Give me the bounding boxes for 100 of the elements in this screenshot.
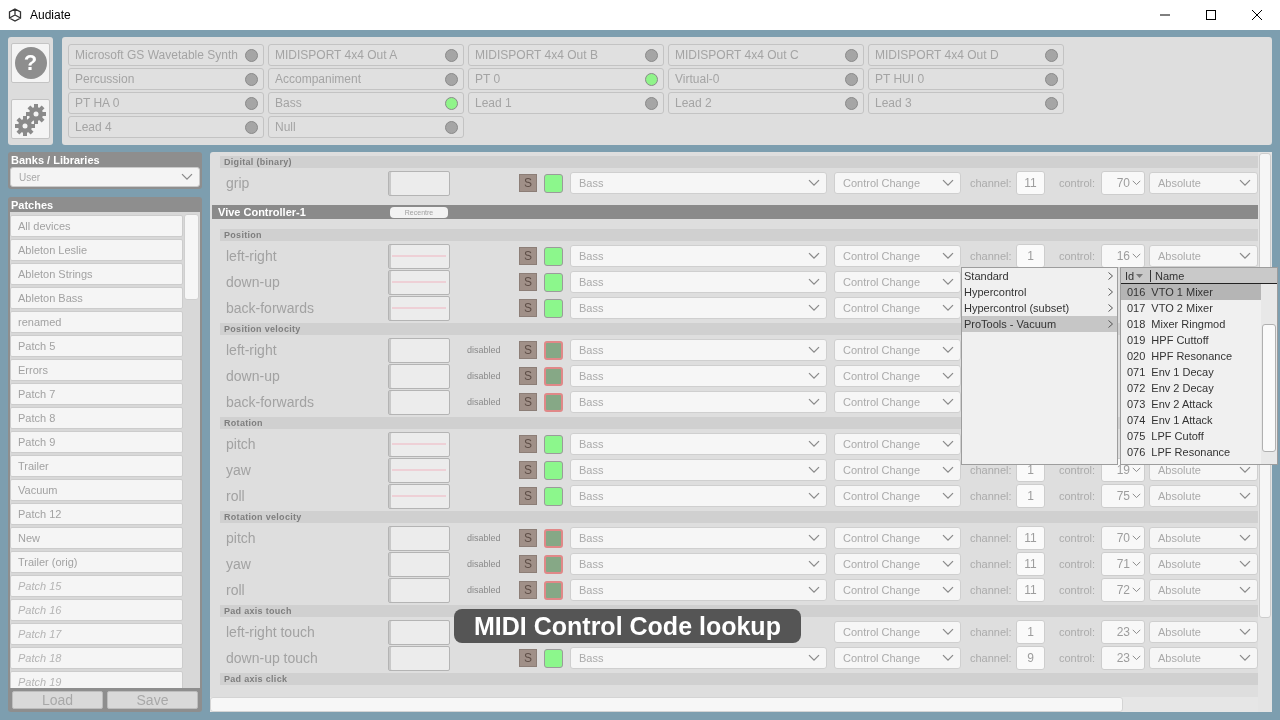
mode-dropdown[interactable]: Absolute bbox=[1149, 485, 1258, 507]
message-dropdown[interactable]: Control Change bbox=[834, 579, 961, 601]
patch-item[interactable]: Patch 16 bbox=[10, 599, 183, 621]
mode-dropdown[interactable]: Absolute bbox=[1149, 621, 1258, 643]
target-dropdown[interactable]: Bass bbox=[570, 433, 827, 455]
patch-item[interactable]: Patch 15 bbox=[10, 575, 183, 597]
message-dropdown[interactable]: Control Change bbox=[834, 433, 961, 455]
code-row[interactable]: 073 Env 2 Attack bbox=[1121, 396, 1261, 412]
target-dropdown[interactable]: Bass bbox=[570, 553, 827, 575]
device-item[interactable]: MIDISPORT 4x4 Out C bbox=[668, 44, 864, 66]
patch-item[interactable]: Trailer bbox=[10, 455, 183, 477]
enable-toggle[interactable] bbox=[544, 528, 563, 548]
control-dropdown[interactable]: 23 bbox=[1101, 620, 1145, 644]
enable-toggle[interactable] bbox=[544, 460, 563, 480]
mode-dropdown[interactable]: Absolute bbox=[1149, 527, 1258, 549]
mode-dropdown[interactable]: Absolute bbox=[1149, 553, 1258, 575]
help-button[interactable]: ? bbox=[11, 43, 50, 83]
solo-button[interactable]: S bbox=[519, 435, 537, 453]
solo-button[interactable]: S bbox=[519, 555, 537, 573]
patch-item[interactable]: Patch 7 bbox=[10, 383, 183, 405]
target-dropdown[interactable]: Bass bbox=[570, 579, 827, 601]
mode-dropdown[interactable]: Absolute bbox=[1149, 579, 1258, 601]
message-dropdown[interactable]: Control Change bbox=[834, 553, 961, 575]
patch-item[interactable]: Ableton Strings bbox=[10, 263, 183, 285]
control-dropdown[interactable]: 16 bbox=[1101, 244, 1145, 268]
device-item[interactable]: Lead 3 bbox=[868, 92, 1064, 114]
mode-dropdown[interactable]: Absolute bbox=[1149, 647, 1258, 669]
target-dropdown[interactable]: Bass bbox=[570, 245, 827, 267]
control-dropdown[interactable]: 70 bbox=[1101, 171, 1145, 195]
message-dropdown[interactable]: Control Change bbox=[834, 172, 961, 194]
device-item[interactable]: Microsoft GS Wavetable Synth bbox=[68, 44, 264, 66]
message-dropdown[interactable]: Control Change bbox=[834, 365, 961, 387]
solo-button[interactable]: S bbox=[519, 273, 537, 291]
enable-toggle[interactable] bbox=[544, 272, 563, 292]
mode-dropdown[interactable]: Absolute bbox=[1149, 172, 1258, 194]
device-item[interactable]: Lead 4 bbox=[68, 116, 264, 138]
solo-button[interactable]: S bbox=[519, 393, 537, 411]
code-row[interactable]: 017 VTO 2 Mixer bbox=[1121, 300, 1261, 316]
message-dropdown[interactable]: Control Change bbox=[834, 339, 961, 361]
mode-dropdown[interactable]: Absolute bbox=[1149, 245, 1258, 267]
device-item[interactable]: Lead 1 bbox=[468, 92, 664, 114]
channel-field[interactable]: 1 bbox=[1016, 620, 1045, 644]
patch-item[interactable]: Patch 12 bbox=[10, 503, 183, 525]
menu-item[interactable]: Standard bbox=[962, 268, 1117, 284]
enable-toggle[interactable] bbox=[544, 366, 563, 386]
control-dropdown[interactable]: 72 bbox=[1101, 578, 1145, 602]
patch-item[interactable]: Patch 19 bbox=[10, 671, 183, 688]
device-item[interactable]: Bass bbox=[268, 92, 464, 114]
patch-item[interactable]: Patch 8 bbox=[10, 407, 183, 429]
patch-item[interactable]: renamed bbox=[10, 311, 183, 333]
menu-item[interactable]: Hypercontrol (subset) bbox=[962, 300, 1117, 316]
scrollbar-thumb[interactable] bbox=[1262, 324, 1276, 452]
bank-dropdown[interactable]: User bbox=[10, 167, 200, 187]
enable-toggle[interactable] bbox=[544, 298, 563, 318]
solo-button[interactable]: S bbox=[519, 367, 537, 385]
enable-toggle[interactable] bbox=[544, 340, 563, 360]
patch-item[interactable]: Trailer (orig) bbox=[10, 551, 183, 573]
patch-item[interactable]: Errors bbox=[10, 359, 183, 381]
message-dropdown[interactable]: Control Change bbox=[834, 245, 961, 267]
control-dropdown[interactable]: 23 bbox=[1101, 646, 1145, 670]
solo-button[interactable]: S bbox=[519, 247, 537, 265]
patch-item[interactable]: Patch 5 bbox=[10, 335, 183, 357]
device-item[interactable]: PT HA 0 bbox=[68, 92, 264, 114]
settings-button[interactable] bbox=[11, 99, 50, 139]
enable-toggle[interactable] bbox=[544, 580, 563, 600]
enable-toggle[interactable] bbox=[544, 392, 563, 412]
target-dropdown[interactable]: Bass bbox=[570, 339, 827, 361]
code-row[interactable]: 019 HPF Cuttoff bbox=[1121, 332, 1261, 348]
solo-button[interactable]: S bbox=[519, 174, 537, 192]
patch-item[interactable]: Vacuum bbox=[10, 479, 183, 501]
message-dropdown[interactable]: Control Change bbox=[834, 485, 961, 507]
channel-field[interactable]: 1 bbox=[1016, 244, 1045, 268]
menu-item[interactable]: Hypercontrol bbox=[962, 284, 1117, 300]
solo-button[interactable]: S bbox=[519, 581, 537, 599]
patch-item[interactable]: All devices bbox=[10, 215, 183, 237]
column-header[interactable]: Name bbox=[1151, 269, 1185, 282]
column-header[interactable]: Id bbox=[1121, 269, 1151, 282]
channel-field[interactable]: 11 bbox=[1016, 552, 1045, 576]
scrollbar-thumb[interactable] bbox=[184, 214, 199, 300]
message-dropdown[interactable]: Control Change bbox=[834, 459, 961, 481]
enable-toggle[interactable] bbox=[544, 554, 563, 574]
target-dropdown[interactable]: Bass bbox=[570, 527, 827, 549]
message-dropdown[interactable]: Control Change bbox=[834, 647, 961, 669]
patch-item[interactable]: New bbox=[10, 527, 183, 549]
patch-item[interactable]: Patch 18 bbox=[10, 647, 183, 669]
scrollbar-thumb[interactable] bbox=[210, 697, 1123, 712]
device-item[interactable]: Percussion bbox=[68, 68, 264, 90]
enable-toggle[interactable] bbox=[544, 434, 563, 454]
message-dropdown[interactable]: Control Change bbox=[834, 621, 961, 643]
enable-toggle[interactable] bbox=[544, 648, 563, 668]
device-item[interactable]: MIDISPORT 4x4 Out D bbox=[868, 44, 1064, 66]
device-item[interactable]: PT 0 bbox=[468, 68, 664, 90]
channel-field[interactable]: 9 bbox=[1016, 646, 1045, 670]
code-row[interactable]: 076 LPF Resonance bbox=[1121, 444, 1261, 460]
message-dropdown[interactable]: Control Change bbox=[834, 391, 961, 413]
solo-button[interactable]: S bbox=[519, 529, 537, 547]
patch-item[interactable]: Patch 9 bbox=[10, 431, 183, 453]
solo-button[interactable]: S bbox=[519, 649, 537, 667]
patch-item[interactable]: Patch 17 bbox=[10, 623, 183, 645]
solo-button[interactable]: S bbox=[519, 461, 537, 479]
